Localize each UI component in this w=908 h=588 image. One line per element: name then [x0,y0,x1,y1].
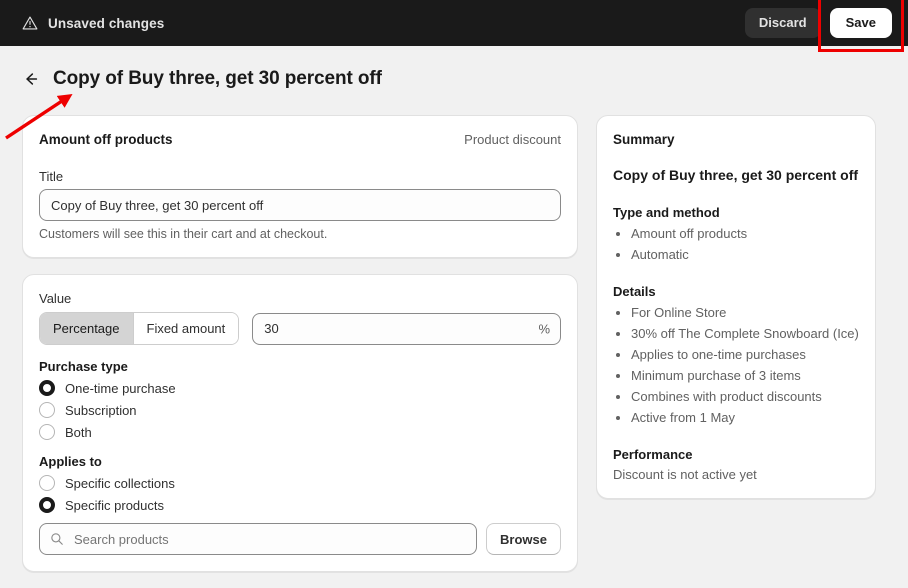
arrow-left-icon[interactable] [22,70,40,88]
unsaved-changes-label: Unsaved changes [48,16,164,31]
list-item: For Online Store [631,305,859,320]
value-card: Value Percentage Fixed amount % Purchase… [22,274,578,572]
product-search-input[interactable] [39,523,477,555]
radio-indicator [39,402,55,418]
list-item: Applies to one-time purchases [631,347,859,362]
save-button[interactable]: Save [830,8,892,38]
contextual-save-bar: Unsaved changes Discard Save [0,0,908,46]
warning-triangle-icon [22,15,38,31]
value-type-segmented-control: Percentage Fixed amount [39,312,239,345]
radio-label: Both [65,425,92,440]
value-row: Percentage Fixed amount % [39,312,561,345]
browse-button[interactable]: Browse [486,523,561,555]
segment-percentage[interactable]: Percentage [40,313,133,344]
summary-type-method-heading: Type and method [613,205,859,220]
title-input[interactable] [39,189,561,221]
summary-performance-note: Discount is not active yet [613,467,859,482]
radio-label: One-time purchase [65,381,176,396]
radio-indicator [39,380,55,396]
summary-column: Summary Copy of Buy three, get 30 percen… [596,115,876,515]
radio-subscription[interactable]: Subscription [39,402,561,418]
list-item: Minimum purchase of 3 items [631,368,859,383]
summary-performance-heading: Performance [613,447,859,462]
radio-indicator [39,475,55,491]
radio-label: Specific collections [65,476,175,491]
value-label: Value [39,291,561,306]
list-item: Active from 1 May [631,410,859,425]
list-item: 30% off The Complete Snowboard (Ice) [631,326,859,341]
radio-label: Subscription [65,403,137,418]
summary-type-method-list: Amount off products Automatic [613,226,859,262]
page-header: Copy of Buy three, get 30 percent off [22,68,382,90]
radio-specific-products[interactable]: Specific products [39,497,561,513]
title-helper-text: Customers will see this in their cart an… [39,227,561,241]
discount-card-header: Amount off products Product discount [39,132,561,147]
page-title: Copy of Buy three, get 30 percent off [53,68,382,90]
discount-amount-input[interactable] [252,313,561,345]
radio-indicator [39,424,55,440]
main-column: Amount off products Product discount Tit… [22,115,578,588]
product-search-row: Browse [39,523,561,555]
discount-amount-field: % [252,313,561,345]
discount-card-subtitle: Product discount [464,132,561,147]
summary-details-list: For Online Store 30% off The Complete Sn… [613,305,859,425]
list-item: Combines with product discounts [631,389,859,404]
discard-button[interactable]: Discard [745,8,821,38]
summary-details-heading: Details [613,284,859,299]
summary-discount-name: Copy of Buy three, get 30 percent off [613,167,859,183]
unsaved-status: Unsaved changes [22,15,164,31]
summary-card: Summary Copy of Buy three, get 30 percen… [596,115,876,499]
list-item: Amount off products [631,226,859,241]
search-icon [50,532,64,546]
radio-label: Specific products [65,498,164,513]
purchase-type-label: Purchase type [39,359,561,374]
applies-to-label: Applies to [39,454,561,469]
list-item: Automatic [631,247,859,262]
product-search-field [39,523,477,555]
radio-specific-collections[interactable]: Specific collections [39,475,561,491]
title-field-label: Title [39,169,561,184]
discount-card-title: Amount off products [39,132,172,147]
radio-both[interactable]: Both [39,424,561,440]
segment-fixed-amount[interactable]: Fixed amount [133,313,239,344]
radio-indicator [39,497,55,513]
summary-heading: Summary [613,132,859,147]
radio-one-time-purchase[interactable]: One-time purchase [39,380,561,396]
discount-method-card: Amount off products Product discount Tit… [22,115,578,258]
